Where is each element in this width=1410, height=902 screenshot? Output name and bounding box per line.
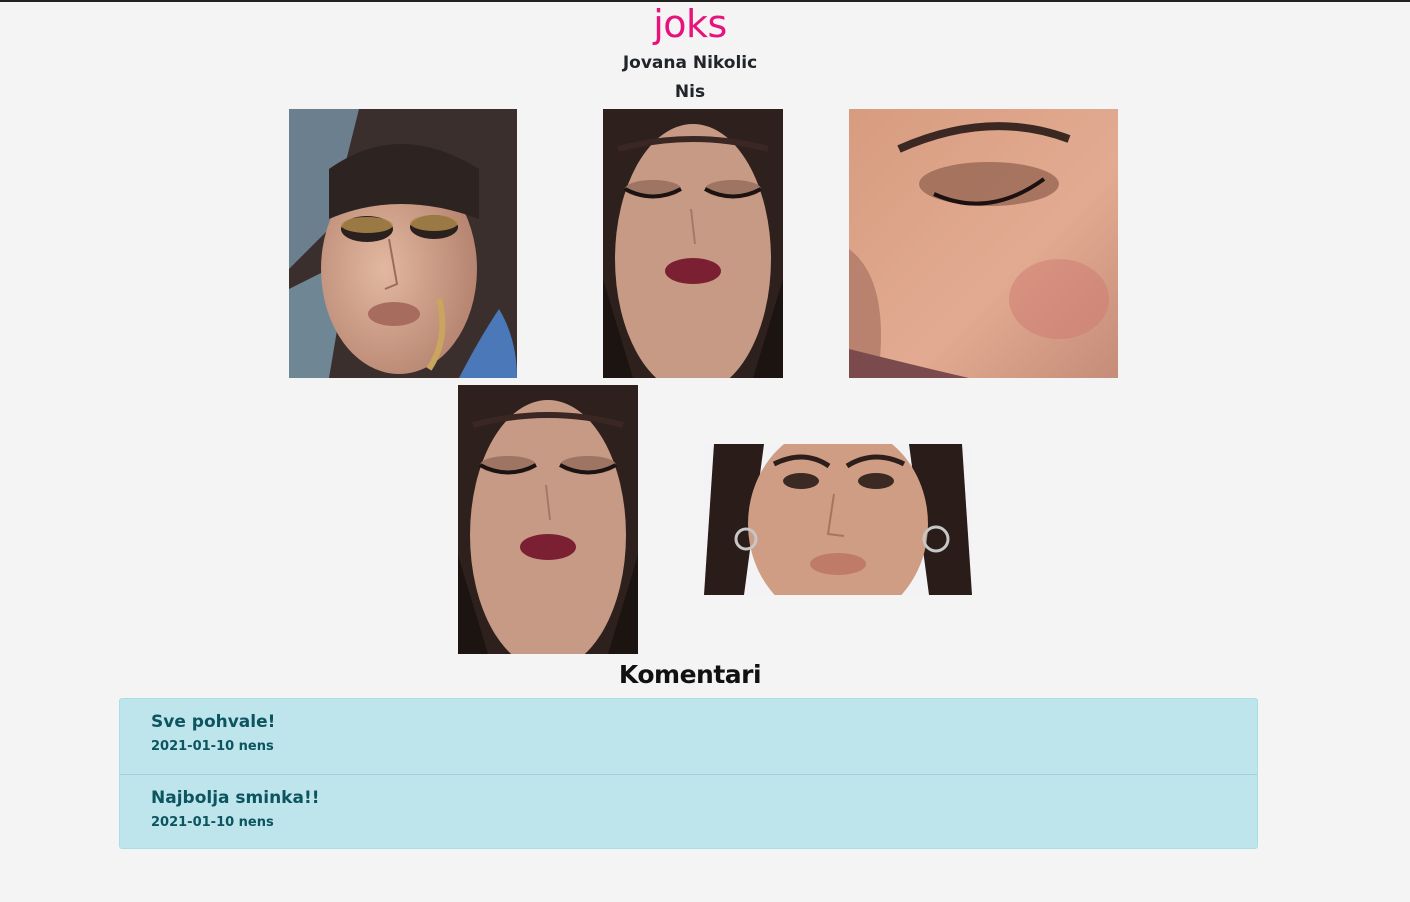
site-brand-title[interactable]: joks (0, 2, 1380, 46)
gallery-photo-4[interactable] (458, 385, 638, 654)
comment-text: Sve pohvale! (151, 712, 276, 732)
comments-list: Sve pohvale! 2021-01-10 nens Najbolja sm… (119, 698, 1258, 849)
gallery-photo-5[interactable] (704, 444, 972, 595)
comment-item: Sve pohvale! 2021-01-10 nens (120, 699, 1257, 774)
comment-text: Najbolja sminka!! (151, 788, 320, 808)
artist-name: Jovana Nikolic (622, 53, 758, 73)
comment-meta: 2021-01-10 nens (151, 815, 274, 830)
artist-city: Nis (674, 82, 706, 102)
comment-meta: 2021-01-10 nens (151, 739, 274, 754)
gallery-photo-2[interactable] (603, 109, 783, 378)
gallery-photo-1[interactable] (289, 109, 517, 378)
gallery-photo-3[interactable] (849, 109, 1118, 378)
comments-title: Komentari (618, 660, 762, 689)
comment-item: Najbolja sminka!! 2021-01-10 nens (120, 774, 1257, 849)
